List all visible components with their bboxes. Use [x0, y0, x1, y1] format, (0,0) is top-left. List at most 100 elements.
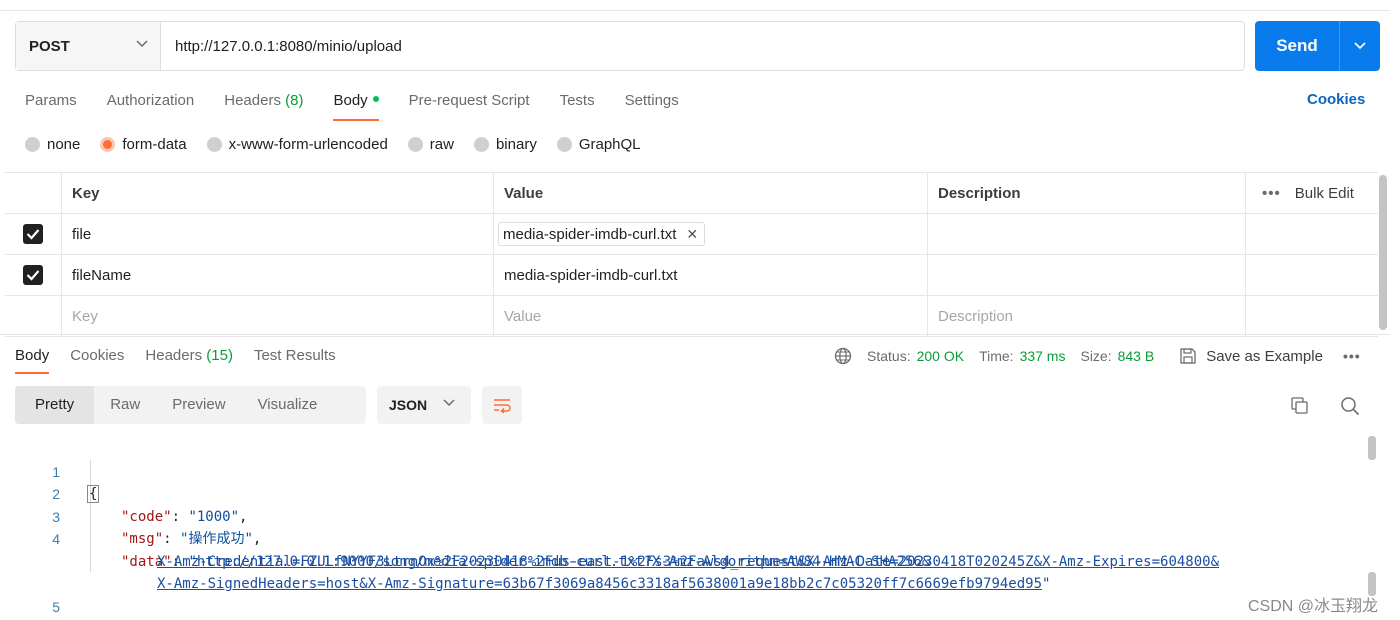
- code-line: 2 "code": "1000",: [0, 461, 1365, 525]
- status-value: 200 OK: [916, 348, 965, 364]
- value-input[interactable]: media-spider-imdb-curl.txt: [494, 255, 928, 295]
- globe-icon-wrap[interactable]: [834, 347, 852, 365]
- row-check-cell: [5, 255, 62, 295]
- method-select[interactable]: POST: [16, 22, 161, 70]
- header-check-cell: [5, 173, 62, 213]
- view-preview[interactable]: Preview: [156, 386, 241, 424]
- row-empty-cell: [1246, 296, 1378, 336]
- row-checkbox[interactable]: [23, 265, 43, 285]
- wrap-lines-button[interactable]: [482, 386, 522, 424]
- search-icon[interactable]: [1340, 396, 1360, 420]
- send-button-group: Send: [1255, 21, 1380, 71]
- view-mode-segment: Pretty Raw Preview Visualize: [15, 386, 366, 424]
- close-icon[interactable]: ✕: [686, 226, 698, 243]
- res-tab-body[interactable]: Body: [15, 344, 50, 374]
- res-headers-count: (15): [206, 347, 233, 364]
- method-label: POST: [29, 37, 70, 55]
- row-check-cell: [5, 214, 62, 254]
- copy-icon[interactable]: [1290, 396, 1310, 420]
- save-as-example-button[interactable]: Save as Example: [1179, 347, 1323, 365]
- globe-icon: [834, 347, 852, 365]
- new-description-input[interactable]: Description: [928, 296, 1246, 336]
- response-tabs: Body Cookies Headers (15) Test Results: [15, 344, 357, 374]
- key-input[interactable]: fileName: [62, 255, 494, 295]
- radio-selected-icon: [100, 137, 116, 152]
- table-scrollbar[interactable]: [1379, 175, 1387, 330]
- radio-icon: [407, 137, 423, 152]
- headers-count: (8): [285, 92, 304, 109]
- more-options-icon[interactable]: •••: [1343, 348, 1361, 364]
- tab-pre-request-script[interactable]: Pre-request Script: [409, 86, 530, 116]
- row-empty-cell: [1246, 214, 1378, 254]
- key-input[interactable]: file: [62, 214, 494, 254]
- bulk-edit-button[interactable]: Bulk Edit: [1295, 185, 1354, 202]
- body-type-urlencoded[interactable]: x-www-form-urlencoded: [206, 136, 388, 153]
- chevron-down-icon: [1354, 42, 1366, 50]
- view-raw[interactable]: Raw: [94, 386, 156, 424]
- watermark: CSDN @冰玉翔龙: [1248, 598, 1379, 615]
- line-number: 5: [52, 598, 60, 615]
- radio-icon: [25, 137, 40, 152]
- code-scrollbar[interactable]: [1368, 436, 1376, 460]
- code-line: 5 }: [0, 573, 1365, 615]
- view-visualize[interactable]: Visualize: [242, 386, 334, 424]
- body-type-form-data[interactable]: form-data: [100, 136, 187, 153]
- response-body-code[interactable]: 1 { 2 "code": "1000", 3 "msg": "操作成功", 4…: [0, 438, 1365, 615]
- url-input[interactable]: http://127.0.0.1:8080/minio/upload: [161, 22, 1244, 70]
- body-type-binary[interactable]: binary: [473, 136, 537, 153]
- pane-divider[interactable]: [0, 334, 1390, 335]
- view-pretty[interactable]: Pretty: [15, 386, 95, 424]
- top-divider: [0, 10, 1390, 11]
- wrap-lines-icon: [494, 399, 511, 413]
- tab-body[interactable]: Body: [333, 86, 379, 121]
- body-indicator-dot: [372, 96, 379, 103]
- radio-icon: [473, 137, 489, 152]
- response-meta: Status: 200 OK Time: 337 ms Size: 843 B Sav…: [834, 344, 1361, 368]
- description-input[interactable]: [928, 214, 1246, 254]
- new-key-input[interactable]: Key: [62, 296, 494, 336]
- tab-tests[interactable]: Tests: [560, 86, 595, 116]
- value-text: media-spider-imdb-curl.txt: [504, 266, 678, 284]
- request-tabs: Params Authorization Headers (8) Body Pr…: [25, 86, 709, 122]
- size[interactable]: Size: 843 B: [1080, 348, 1154, 364]
- more-options-icon[interactable]: •••: [1262, 185, 1281, 202]
- send-dropdown-button[interactable]: [1340, 21, 1380, 71]
- checkmark-icon: [26, 229, 40, 240]
- code-line: 4 "data": "http://127.0.0.1:9000/song/me…: [0, 506, 1365, 570]
- header-description: Description: [928, 173, 1246, 213]
- bulk-edit-cell: ••• Bulk Edit: [1246, 173, 1378, 213]
- send-button[interactable]: Send: [1255, 21, 1339, 71]
- res-tab-headers[interactable]: Headers (15): [145, 344, 233, 368]
- radio-icon: [206, 137, 222, 152]
- row-check-cell: [5, 296, 62, 336]
- body-type-raw[interactable]: raw: [407, 136, 454, 153]
- table-row: file media-spider-imdb-curl.txt ✕: [5, 214, 1378, 255]
- table-row: fileName media-spider-imdb-curl.txt: [5, 255, 1378, 296]
- checkmark-icon: [26, 270, 40, 281]
- header-value: Value: [494, 173, 928, 213]
- code-line: 1 {: [0, 438, 1365, 503]
- row-checkbox[interactable]: [23, 224, 43, 244]
- format-select[interactable]: JSON: [377, 386, 471, 424]
- table-row-empty: Key Value Description: [5, 296, 1378, 337]
- size-value: 843 B: [1117, 348, 1155, 364]
- code-line-wrap: X-Amz-SignedHeaders=host&X-Amz-Signature…: [157, 576, 1051, 592]
- new-value-input[interactable]: Value: [494, 296, 928, 336]
- body-type-graphql[interactable]: GraphQL: [556, 136, 641, 153]
- file-chip: media-spider-imdb-curl.txt ✕: [498, 222, 706, 246]
- res-tab-cookies[interactable]: Cookies: [70, 344, 124, 368]
- chevron-down-icon: [136, 40, 148, 48]
- body-type-selector: none form-data x-www-form-urlencoded raw…: [25, 136, 661, 153]
- time[interactable]: Time: 337 ms: [979, 348, 1065, 364]
- res-tab-test-results[interactable]: Test Results: [254, 344, 336, 368]
- description-input[interactable]: [928, 255, 1246, 295]
- tab-settings[interactable]: Settings: [625, 86, 679, 116]
- tab-authorization[interactable]: Authorization: [107, 86, 195, 116]
- cookies-link[interactable]: Cookies: [1307, 91, 1365, 108]
- tab-params[interactable]: Params: [25, 86, 77, 116]
- value-input[interactable]: media-spider-imdb-curl.txt ✕: [494, 214, 928, 254]
- body-type-none[interactable]: none: [25, 136, 80, 153]
- tab-headers[interactable]: Headers (8): [224, 86, 303, 116]
- form-data-table: Key Value Description ••• Bulk Edit file…: [5, 172, 1378, 337]
- status[interactable]: Status: 200 OK: [867, 348, 964, 364]
